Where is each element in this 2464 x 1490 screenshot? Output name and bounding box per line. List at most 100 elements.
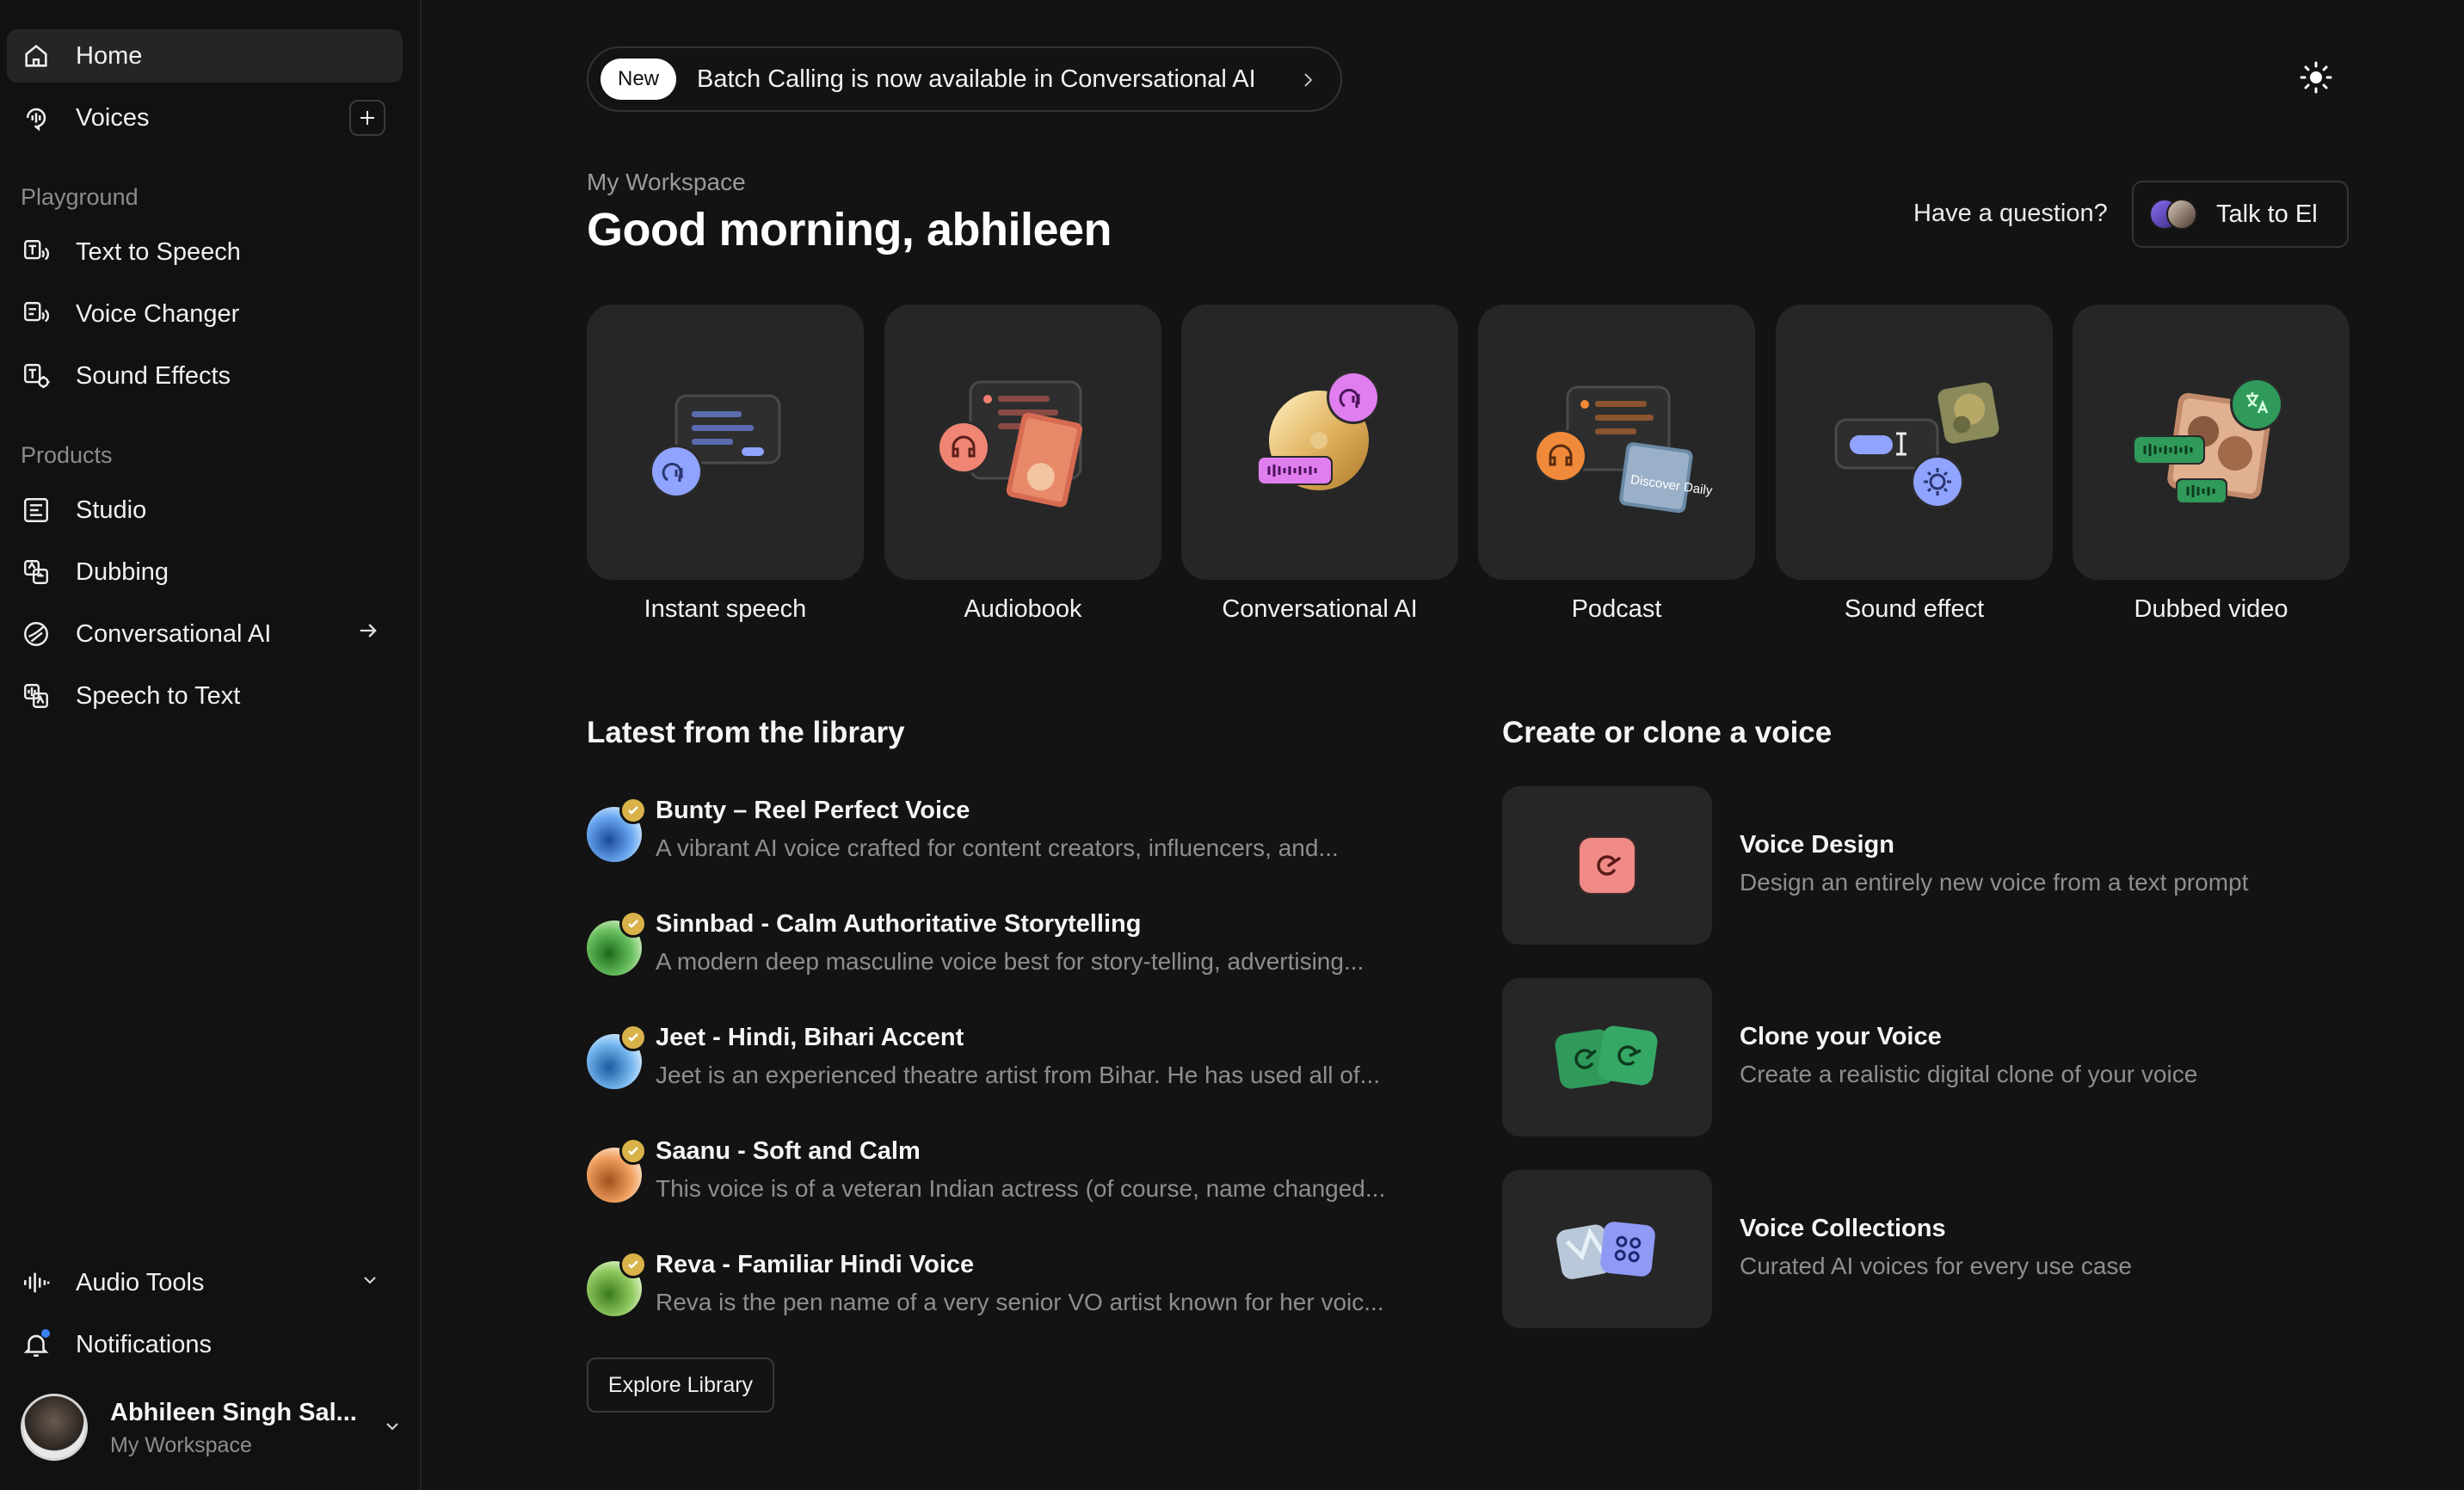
voice-description: This voice is of a veteran Indian actres… xyxy=(656,1175,1386,1202)
sidebar-item-label: Voices xyxy=(76,103,150,132)
list-item[interactable]: Saanu - Soft and Calm This voice is of a… xyxy=(587,1132,1447,1210)
voice-collections-tile xyxy=(1502,1170,1712,1328)
sound-effect-illustration xyxy=(1834,382,1999,508)
sidebar-item-label: Studio xyxy=(76,496,147,524)
card-label: Instant speech xyxy=(644,595,807,623)
voice-name: Bunty – Reel Perfect Voice xyxy=(656,797,970,824)
chevron-down-icon[interactable] xyxy=(382,1416,403,1441)
playground-heading: Playground xyxy=(21,184,139,210)
list-item[interactable]: Sinnbad - Calm Authoritative Storytellin… xyxy=(587,905,1447,982)
clone-voice-option[interactable]: Clone your Voice Create a realistic digi… xyxy=(1502,978,2354,1136)
card-instant-speech[interactable] xyxy=(587,305,864,580)
sidebar-item-audio-tools[interactable]: Audio Tools xyxy=(7,1256,403,1309)
sidebar-item-label: Audio Tools xyxy=(76,1268,205,1296)
theme-toggle-button[interactable] xyxy=(2299,60,2333,95)
add-voice-button[interactable] xyxy=(349,100,385,136)
card-audiobook[interactable] xyxy=(884,305,1161,580)
sidebar-item-speech-to-text[interactable]: Speech to Text xyxy=(7,669,403,723)
user-menu[interactable]: Abhileen Singh Sal... My Workspace xyxy=(21,1392,408,1464)
sidebar-item-notifications[interactable]: Notifications xyxy=(7,1318,403,1371)
announcement-text: Batch Calling is now available in Conver… xyxy=(697,65,1256,93)
option-subtitle: Curated AI voices for every use case xyxy=(1740,1253,2132,1279)
bell-icon xyxy=(19,1327,53,1362)
user-workspace: My Workspace xyxy=(110,1433,252,1457)
conversational-ai-illustration xyxy=(1257,371,1380,490)
sidebar-item-label: Conversational AI xyxy=(76,619,272,648)
sidebar-item-label: Sound Effects xyxy=(76,361,231,390)
sidebar-item-voice-changer[interactable]: Voice Changer xyxy=(7,287,403,341)
option-title: Voice Design xyxy=(1740,831,1894,859)
user-name: Abhileen Singh Sal... xyxy=(110,1399,357,1426)
sidebar-item-studio[interactable]: Studio xyxy=(7,483,403,537)
dubbing-icon xyxy=(19,555,53,589)
voice-name: Sinnbad - Calm Authoritative Storytellin… xyxy=(656,910,1142,938)
products-heading: Products xyxy=(21,442,113,468)
clone-voice-icon xyxy=(1555,1025,1658,1089)
notification-dot xyxy=(41,1329,50,1338)
arrow-right-icon[interactable] xyxy=(356,619,380,650)
sidebar-item-label: Home xyxy=(76,41,143,70)
card-label: Sound effect xyxy=(1844,595,1985,623)
list-item[interactable]: Reva - Familiar Hindi Voice Reva is the … xyxy=(587,1246,1447,1323)
sidebar-item-sound-effects[interactable]: Sound Effects xyxy=(7,349,403,403)
plus-icon xyxy=(360,111,374,125)
voice-design-icon xyxy=(1578,836,1636,895)
verified-badge-icon xyxy=(619,910,647,938)
voice-description: A vibrant AI voice crafted for content c… xyxy=(656,834,1339,861)
voice-description: A modern deep masculine voice best for s… xyxy=(656,948,1364,975)
voices-icon xyxy=(19,101,53,135)
sidebar-item-home[interactable]: Home xyxy=(7,29,403,83)
dubbed-video-illustration xyxy=(2133,378,2283,504)
waveform-icon xyxy=(19,1265,53,1300)
studio-icon xyxy=(19,493,53,527)
voice-design-option[interactable]: Voice Design Design an entirely new voic… xyxy=(1502,786,2354,945)
list-item[interactable]: Bunty – Reel Perfect Voice A vibrant AI … xyxy=(587,791,1447,869)
verified-badge-icon xyxy=(619,1251,647,1278)
verified-badge-icon xyxy=(619,1137,647,1165)
sidebar-item-label: Voice Changer xyxy=(76,299,240,328)
card-label: Podcast xyxy=(1571,595,1662,623)
list-item[interactable]: Jeet - Hindi, Bihari Accent Jeet is an e… xyxy=(587,1019,1447,1096)
avatar xyxy=(21,1394,88,1461)
agent-avatars xyxy=(2149,197,2201,231)
voice-design-tile xyxy=(1502,786,1712,945)
voice-collections-option[interactable]: Voice Collections Curated AI voices for … xyxy=(1502,1170,2354,1328)
sidebar-item-dubbing[interactable]: Dubbing xyxy=(7,545,403,599)
option-subtitle: Design an entirely new voice from a text… xyxy=(1740,869,2249,896)
voice-description: Reva is the pen name of a very senior VO… xyxy=(656,1289,1384,1315)
sidebar-item-label: Text to Speech xyxy=(76,237,241,266)
sidebar: Home Voices Playground Text to Speech Vo… xyxy=(0,0,422,1490)
text-to-speech-icon xyxy=(19,235,53,269)
instant-speech-illustration xyxy=(650,394,781,498)
sidebar-item-label: Notifications xyxy=(76,1330,212,1358)
talk-to-el-button[interactable]: Talk to El xyxy=(2132,181,2349,248)
card-label: Audiobook xyxy=(964,595,1082,623)
sidebar-item-voices[interactable]: Voices xyxy=(7,91,403,145)
question-label: Have a question? xyxy=(1913,200,2108,227)
card-dubbed-video[interactable] xyxy=(2073,305,2350,580)
sidebar-item-label: Dubbing xyxy=(76,557,169,586)
conversational-ai-icon xyxy=(19,617,53,651)
chevron-down-icon[interactable] xyxy=(360,1269,380,1297)
announcement-banner[interactable]: New Batch Calling is now available in Co… xyxy=(587,46,1342,112)
sound-effects-icon xyxy=(19,359,53,393)
card-sound-effect[interactable] xyxy=(1776,305,2053,580)
sidebar-item-text-to-speech[interactable]: Text to Speech xyxy=(7,225,403,279)
new-badge: New xyxy=(601,58,677,100)
voice-changer-icon xyxy=(19,297,53,331)
option-title: Voice Collections xyxy=(1740,1215,1946,1242)
explore-library-button[interactable]: Explore Library xyxy=(587,1358,774,1413)
audiobook-illustration xyxy=(937,380,1083,508)
sidebar-item-label: Speech to Text xyxy=(76,681,241,710)
sidebar-item-conversational-ai[interactable]: Conversational AI xyxy=(7,607,403,661)
card-conversational-ai[interactable] xyxy=(1181,305,1458,580)
speech-to-text-icon xyxy=(19,679,53,713)
create-clone-title: Create or clone a voice xyxy=(1502,716,1833,749)
chevron-right-icon xyxy=(1297,67,1318,100)
page-title: Good morning, abhileen xyxy=(587,204,1112,256)
card-label: Dubbed video xyxy=(2134,595,2288,623)
voice-description: Jeet is an experienced theatre artist fr… xyxy=(656,1062,1380,1088)
option-title: Clone your Voice xyxy=(1740,1023,1942,1050)
card-label: Conversational AI xyxy=(1222,595,1418,623)
card-podcast[interactable]: Discover Daily xyxy=(1478,305,1755,580)
